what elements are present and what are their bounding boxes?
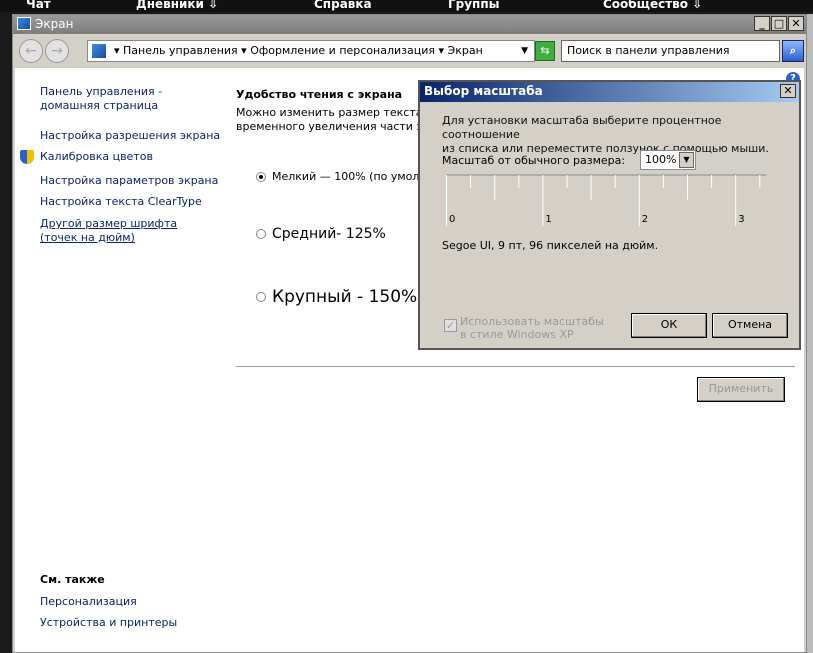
sidebar-item-dpi[interactable]: Другой размер шрифта (точек на дюйм)	[40, 217, 210, 245]
forward-button[interactable]: →	[45, 39, 69, 63]
radio-label: Средний- 125%	[272, 226, 386, 242]
radio-label: Крупный - 150%	[272, 287, 418, 307]
address-bar[interactable]: ▾ Панель управления ▾ Оформление и персо…	[87, 40, 535, 62]
top-menu-bar: Чат Дневники ⇩ Справка Группы Сообщество…	[0, 0, 813, 12]
sidebar-item-resolution[interactable]: Настройка разрешения экрана	[40, 129, 220, 143]
menu-help[interactable]: Справка	[314, 0, 372, 11]
control-panel-icon	[92, 44, 106, 58]
menu-label: Дневники	[136, 0, 204, 11]
menu-chat[interactable]: Чат	[26, 0, 51, 11]
sidebar-item-calibrate[interactable]: Калибровка цветов	[40, 150, 153, 164]
back-button[interactable]: ←	[19, 39, 43, 63]
navigation-bar: ← → ▾ Панель управления ▾ Оформление и п…	[13, 34, 806, 66]
radio-small[interactable]: Мелкий — 100% (по умолч	[256, 170, 421, 183]
window-title: Экран	[35, 17, 74, 31]
menu-groups[interactable]: Группы	[448, 0, 500, 11]
dialog-instructions: Для установки масштаба выберите процентн…	[442, 114, 799, 156]
radio-label: Мелкий — 100% (по умолч	[272, 170, 421, 183]
dialog-title-bar: Выбор масштаба ✕	[420, 82, 799, 102]
scale-ruler[interactable]: 0 1 2 3	[446, 174, 770, 228]
title-bar: Экран _ □ ✕	[13, 15, 806, 34]
description-line: временного увеличения части экра	[236, 120, 421, 133]
breadcrumb-control-panel[interactable]: Панель управления	[123, 44, 238, 57]
see-also-personalization[interactable]: Персонализация	[40, 595, 137, 609]
apply-button[interactable]: Применить	[697, 377, 785, 402]
search-icon[interactable]: ⌕	[782, 40, 804, 62]
search-input[interactable]: Поиск в панели управления	[561, 40, 780, 62]
sidebar-item-cleartype[interactable]: Настройка текста ClearType	[40, 195, 202, 209]
minimize-button[interactable]: _	[754, 16, 770, 31]
menu-community[interactable]: Сообщество ⇩	[603, 0, 702, 11]
see-also-devices[interactable]: Устройства и принтеры	[40, 616, 177, 630]
dialog-title: Выбор масштаба	[424, 84, 543, 98]
chevron-down-icon[interactable]: ▼	[521, 41, 528, 61]
sidebar-item-home[interactable]: Панель управления - домашняя страница	[40, 85, 220, 113]
maximize-button[interactable]: □	[771, 16, 787, 31]
page-title: Удобство чтения с экрана	[236, 88, 403, 101]
background-window-edge	[807, 14, 813, 653]
radio-button[interactable]	[256, 292, 266, 302]
close-button[interactable]: ✕	[788, 16, 804, 31]
scale-dialog: Выбор масштаба ✕ Для установки масштаба в…	[418, 80, 801, 350]
refresh-button[interactable]: ⇆	[535, 41, 555, 61]
ruler-label: 1	[545, 214, 551, 225]
instruction-line: Для установки масштаба выберите процентн…	[442, 114, 722, 141]
cancel-button[interactable]: Отмена	[712, 313, 788, 338]
ok-button[interactable]: ОК	[631, 313, 707, 338]
breadcrumb-appearance[interactable]: Оформление и персонализация	[250, 44, 435, 57]
menu-label: Сообщество	[603, 0, 688, 11]
ruler-label: 3	[738, 214, 744, 225]
menu-diaries[interactable]: Дневники ⇩	[136, 0, 218, 11]
divider	[236, 366, 795, 367]
display-icon	[17, 17, 31, 30]
sidebar-item-display-settings[interactable]: Настройка параметров экрана	[40, 174, 218, 188]
ruler-label: 0	[449, 214, 455, 225]
xp-scaling-label: Использовать масштабы в стиле Windows XP	[460, 315, 604, 341]
font-info: Segoe UI, 9 пт, 96 пикселей на дюйм.	[442, 239, 659, 252]
ruler-label: 2	[642, 214, 648, 225]
shield-icon	[20, 150, 34, 164]
radio-button[interactable]	[256, 229, 266, 239]
search-placeholder: Поиск в панели управления	[567, 44, 730, 57]
chevron-down-icon[interactable]: ▼	[679, 152, 694, 168]
breadcrumb-display[interactable]: Экран	[448, 44, 483, 57]
scale-value: 100%	[645, 153, 677, 166]
description: Можно изменить размер текста и дрвременн…	[236, 106, 421, 134]
close-icon[interactable]: ✕	[780, 84, 796, 98]
radio-medium[interactable]: Средний- 125%	[256, 226, 386, 242]
radio-large[interactable]: Крупный - 150%	[256, 287, 417, 307]
description-line: Можно изменить размер текста и др	[236, 106, 421, 119]
see-also-title: См. также	[40, 573, 105, 586]
scale-label: Масштаб от обычного размера:	[442, 154, 626, 167]
radio-button[interactable]	[256, 171, 266, 182]
xp-scaling-checkbox[interactable]: ✓	[444, 319, 457, 332]
scale-dropdown[interactable]: 100% ▼	[640, 150, 696, 170]
